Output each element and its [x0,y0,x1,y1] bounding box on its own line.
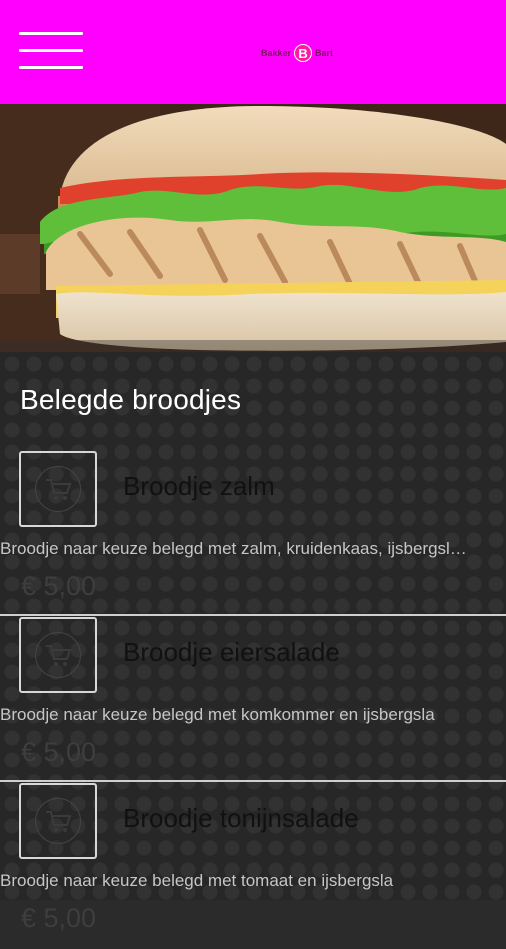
brand-logo-left: Bakker [261,48,292,58]
brand-logo-badge: B [294,44,313,62]
hero-image [0,104,506,352]
product-item[interactable]: Broodje zalm Broodje naar keuze belegd m… [0,451,506,617]
section-title: Belegde broodjes [20,384,242,415]
divider [0,780,506,782]
product-description: Broodje naar keuze belegd met tomaat en … [0,871,394,890]
top-app-bar: Bakker B Bart [0,0,506,104]
product-price: € 5,00 [21,571,97,601]
product-description: Broodje naar keuze belegd met zalm, krui… [0,539,470,558]
product-thumbnail[interactable] [19,451,97,527]
product-name: Broodje tonijnsalade [123,803,359,833]
sandwich-illustration [0,104,506,352]
cart-icon [35,466,81,512]
product-price: € 5,00 [21,737,97,767]
product-item[interactable]: Broodje tonijnsalade Broodje naar keuze … [0,783,506,949]
product-item[interactable]: Broodje eiersalade Broodje naar keuze be… [0,617,506,783]
cart-icon [35,798,81,844]
product-name: Broodje zalm [123,471,275,501]
product-thumbnail[interactable] [19,783,97,859]
menu-icon[interactable] [19,32,83,70]
product-name: Broodje eiersalade [123,637,340,667]
cart-icon [35,632,81,678]
product-description: Broodje naar keuze belegd met komkommer … [0,705,435,724]
divider [0,614,506,616]
brand-logo-right: Bart [315,48,334,58]
brand-logo[interactable]: Bakker B Bart [261,44,333,62]
product-thumbnail[interactable] [19,617,97,693]
product-price: € 5,00 [21,903,97,933]
